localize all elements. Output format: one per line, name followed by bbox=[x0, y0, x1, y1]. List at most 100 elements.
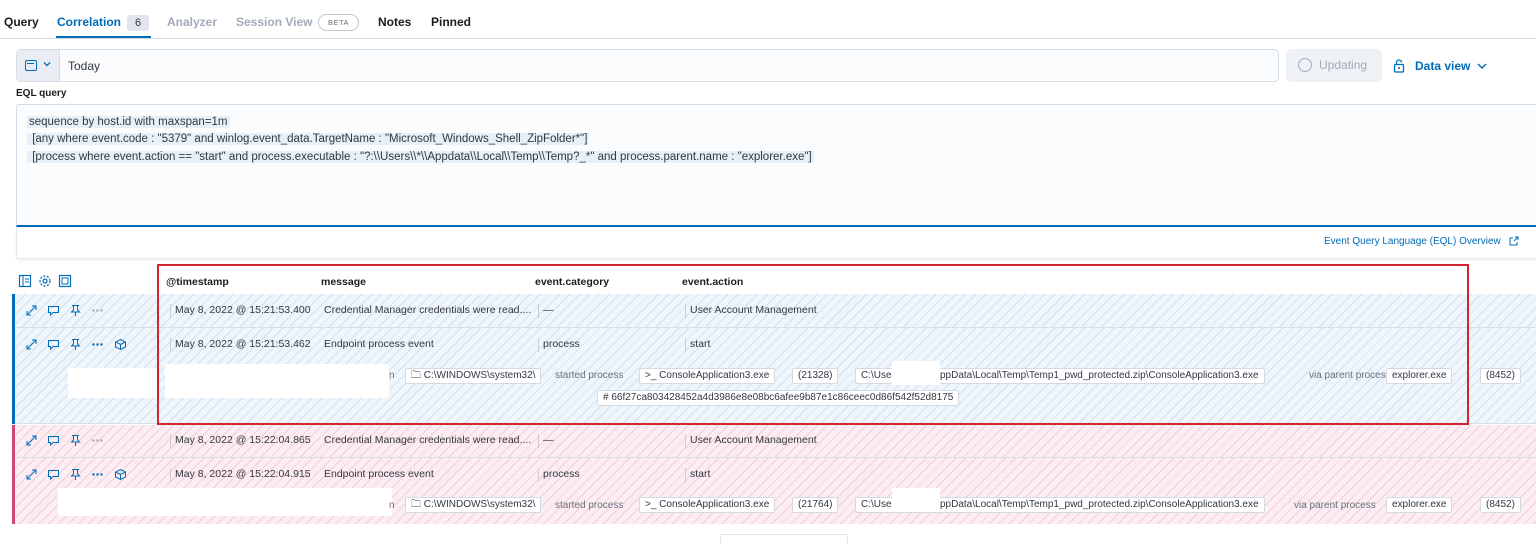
analyze-event-icon[interactable] bbox=[114, 338, 127, 351]
analyze-event-icon[interactable] bbox=[114, 468, 127, 481]
comment-icon[interactable] bbox=[47, 434, 60, 447]
eql-overview-link[interactable]: Event Query Language (EQL) Overview bbox=[1324, 236, 1501, 247]
loading-spinner-icon bbox=[1298, 58, 1312, 72]
tab-correlation[interactable]: Correlation bbox=[57, 15, 121, 29]
more-actions-icon[interactable] bbox=[91, 304, 104, 317]
data-view-label: Data view bbox=[1415, 59, 1471, 73]
chain-verb: started process bbox=[555, 370, 624, 381]
chain-verb: started process bbox=[555, 500, 624, 511]
cell-event-category: process bbox=[543, 468, 580, 480]
parent-pid-pill[interactable]: (8452) bbox=[1480, 497, 1521, 513]
beta-badge: BETA bbox=[318, 14, 359, 31]
date-picker[interactable]: Today bbox=[16, 49, 1279, 82]
chain-via: via parent process bbox=[1309, 370, 1391, 381]
external-link-icon bbox=[1509, 236, 1519, 246]
tab-query[interactable]: Query bbox=[4, 15, 39, 29]
column-header-timestamp[interactable]: @timestamp bbox=[166, 276, 229, 288]
process-name-pill[interactable]: >_ ConsoleApplication3.exe bbox=[639, 497, 776, 513]
working-directory-pill[interactable]: 🗀 C:\WINDOWS\system32\ bbox=[405, 368, 542, 384]
fullscreen-icon[interactable] bbox=[58, 274, 72, 288]
fields-browser-icon[interactable] bbox=[18, 274, 32, 288]
pin-icon[interactable] bbox=[69, 304, 82, 317]
tab-analyzer[interactable]: Analyzer bbox=[167, 15, 217, 29]
more-actions-icon[interactable] bbox=[91, 338, 104, 351]
table-row[interactable]: May 8, 2022 @ 15:22:04.915 Endpoint proc… bbox=[12, 458, 1536, 524]
redacted-area bbox=[58, 488, 392, 516]
bottom-panel-edge bbox=[720, 534, 848, 544]
working-directory: C:\WINDOWS\system32\ bbox=[423, 499, 536, 510]
cell-event-action: start bbox=[690, 338, 711, 350]
tab-session-view[interactable]: Session View bbox=[236, 15, 312, 29]
chain-lead: n bbox=[389, 500, 395, 511]
redacted-area bbox=[68, 368, 158, 398]
process-name-pill[interactable]: >_ ConsoleApplication3.exe bbox=[639, 368, 776, 384]
table-header: @timestamp message event.category event.… bbox=[0, 268, 1536, 293]
folder-icon: 🗀 bbox=[411, 370, 424, 381]
more-actions-icon[interactable] bbox=[91, 434, 104, 447]
cell-message: Credential Manager credentials were read… bbox=[324, 304, 532, 316]
redacted-area bbox=[892, 488, 940, 512]
column-header-event-category[interactable]: event.category bbox=[535, 276, 609, 288]
expand-icon[interactable] bbox=[25, 434, 38, 447]
lock-icon bbox=[1393, 59, 1405, 73]
expand-icon[interactable] bbox=[25, 338, 38, 351]
active-tab-underline bbox=[56, 36, 151, 38]
comment-icon[interactable] bbox=[47, 304, 60, 317]
process-pid-pill[interactable]: (21328) bbox=[792, 368, 839, 384]
parent-pid-pill[interactable]: (8452) bbox=[1480, 368, 1521, 384]
process-hash-pill[interactable]: # 66f27ca803428452a4d3986e8e08bc6afee9b8… bbox=[597, 390, 960, 406]
updating-label: Updating bbox=[1319, 58, 1368, 72]
comment-icon[interactable] bbox=[47, 468, 60, 481]
calendar-icon bbox=[25, 60, 37, 71]
updating-button[interactable]: Updating bbox=[1286, 49, 1382, 82]
eql-query-editor[interactable]: sequence by host.id with maxspan=1m [any… bbox=[16, 104, 1536, 227]
gear-icon[interactable] bbox=[38, 274, 52, 288]
cell-message: Credential Manager credentials were read… bbox=[324, 434, 532, 446]
tab-pinned[interactable]: Pinned bbox=[431, 15, 471, 29]
column-header-message[interactable]: message bbox=[321, 276, 366, 288]
cell-message: Endpoint process event bbox=[324, 468, 434, 480]
timeline-tabs: Query Correlation 6 Analyzer Session Vie… bbox=[0, 0, 1536, 39]
cell-event-action: User Account Management bbox=[690, 304, 817, 316]
table-row[interactable]: May 8, 2022 @ 15:21:53.400 Credential Ma… bbox=[12, 294, 1536, 328]
correlation-count-badge: 6 bbox=[127, 15, 149, 31]
process-executable-pill[interactable]: ppData\Local\Temp\Temp1_pwd_protected.zi… bbox=[940, 368, 1265, 384]
cell-event-action: start bbox=[690, 468, 711, 480]
chevron-down-icon bbox=[43, 62, 51, 67]
eql-line: sequence by host.id with maxspan=1m bbox=[27, 116, 230, 128]
cell-event-category: — bbox=[543, 434, 554, 446]
parent-process-pill[interactable]: explorer.exe bbox=[1386, 497, 1453, 513]
cell-timestamp: May 8, 2022 @ 15:22:04.915 bbox=[175, 468, 311, 480]
cell-event-action: User Account Management bbox=[690, 434, 817, 446]
cell-timestamp: May 8, 2022 @ 15:22:04.865 bbox=[175, 434, 311, 446]
tab-notes[interactable]: Notes bbox=[378, 15, 411, 29]
column-header-event-action[interactable]: event.action bbox=[682, 276, 743, 288]
eql-query-label: EQL query bbox=[16, 88, 67, 99]
chain-lead: n bbox=[389, 370, 395, 381]
expand-icon[interactable] bbox=[25, 304, 38, 317]
cell-event-category: — bbox=[543, 304, 554, 316]
table-row[interactable]: May 8, 2022 @ 15:21:53.462 Endpoint proc… bbox=[12, 328, 1536, 424]
pin-icon[interactable] bbox=[69, 434, 82, 447]
working-directory-pill[interactable]: 🗀 C:\WINDOWS\system32\ bbox=[405, 497, 542, 513]
redacted-area bbox=[892, 361, 940, 385]
cell-timestamp: May 8, 2022 @ 15:21:53.462 bbox=[175, 338, 311, 350]
table-row[interactable]: May 8, 2022 @ 15:22:04.865 Credential Ma… bbox=[12, 425, 1536, 458]
eql-line: [any where event.code : "5379" and winlo… bbox=[27, 133, 590, 145]
parent-process-pill[interactable]: explorer.exe bbox=[1386, 368, 1453, 384]
comment-icon[interactable] bbox=[47, 338, 60, 351]
cell-event-category: process bbox=[543, 338, 580, 350]
chevron-down-icon bbox=[1477, 63, 1487, 69]
folder-icon: 🗀 bbox=[411, 499, 424, 510]
pin-icon[interactable] bbox=[69, 468, 82, 481]
process-pid-pill[interactable]: (21764) bbox=[792, 497, 839, 513]
date-range-value[interactable]: Today bbox=[68, 59, 100, 73]
expand-icon[interactable] bbox=[25, 468, 38, 481]
quick-select-button[interactable] bbox=[17, 50, 60, 81]
more-actions-icon[interactable] bbox=[91, 468, 104, 481]
redacted-area bbox=[165, 364, 389, 398]
eql-footer bbox=[16, 227, 1536, 259]
process-executable-pill[interactable]: ppData\Local\Temp\Temp1_pwd_protected.zi… bbox=[940, 497, 1265, 513]
cell-timestamp: May 8, 2022 @ 15:21:53.400 bbox=[175, 304, 311, 316]
pin-icon[interactable] bbox=[69, 338, 82, 351]
